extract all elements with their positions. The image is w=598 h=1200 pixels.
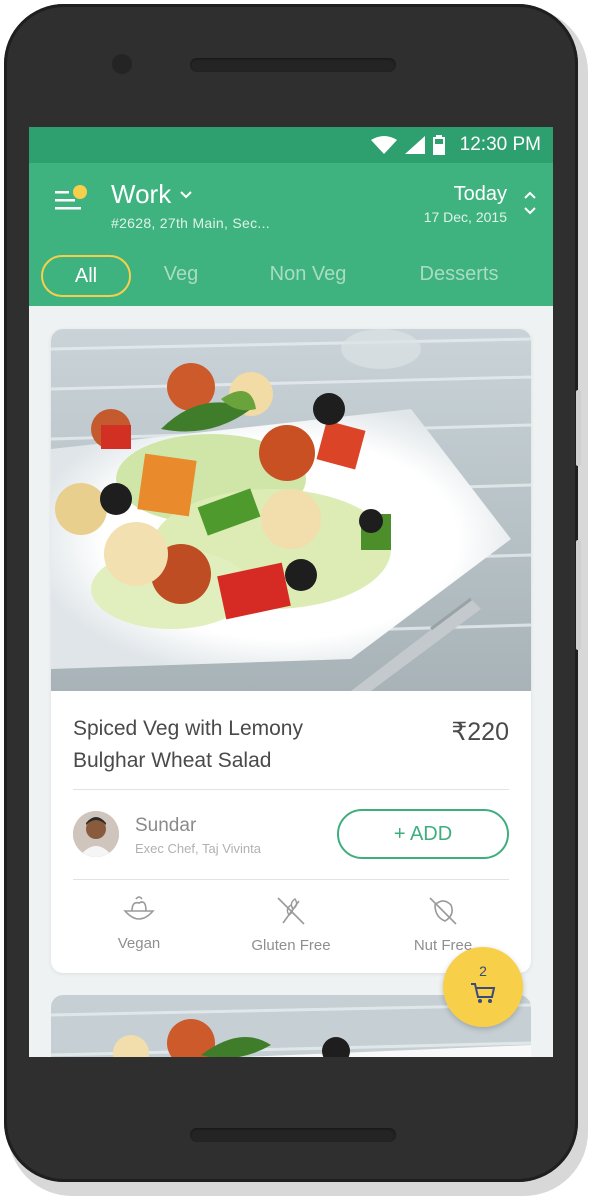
divider: [73, 879, 509, 880]
date-label: 17 Dec, 2015: [423, 209, 507, 225]
front-camera: [112, 54, 132, 74]
bottom-speaker-grille: [190, 1128, 396, 1142]
add-to-cart-button[interactable]: + ADD: [337, 809, 509, 859]
up-down-chevron-icon[interactable]: [523, 189, 537, 217]
app-header: Work #2628, 27th Main, Sec... Today 17 D…: [29, 163, 553, 306]
signal-icon: [405, 136, 425, 154]
battery-icon: [433, 135, 445, 155]
menu-icon[interactable]: [55, 185, 91, 215]
dish-price: ₹220: [451, 718, 509, 746]
vegan-bowl-icon: [123, 896, 155, 920]
wheat-crossed-icon: [277, 897, 305, 925]
app-screen: 12:30 PM Work #2628, 27th Main, Sec... T…: [29, 127, 553, 1057]
divider: [73, 789, 509, 790]
tag-label: Gluten Free: [251, 937, 331, 954]
tab-non-veg[interactable]: Non Veg: [255, 255, 361, 293]
location-selector[interactable]: Work: [111, 179, 193, 210]
tag-nut-free: Nut Free: [393, 895, 493, 954]
volume-button: [576, 390, 581, 466]
chef-avatar: [73, 811, 119, 857]
tag-gluten-free: Gluten Free: [241, 895, 341, 954]
tag-vegan: Vegan: [89, 895, 189, 952]
day-selector[interactable]: Today: [454, 183, 507, 206]
tag-label: Vegan: [117, 935, 161, 952]
status-icons: [371, 135, 445, 155]
chevron-down-icon: [180, 190, 192, 198]
speaker-grille: [190, 58, 396, 72]
dish-photo: [51, 329, 531, 691]
nut-crossed-icon: [429, 897, 457, 925]
dish-name-line2: Bulghar Wheat Salad: [73, 749, 272, 772]
category-tabs: All Veg Non Veg Desserts: [29, 255, 553, 305]
dish-name-line1: Spiced Veg with Lemony: [73, 717, 303, 740]
cart-icon: [471, 983, 496, 1003]
status-bar: 12:30 PM: [29, 127, 553, 163]
cart-button[interactable]: 2: [443, 947, 523, 1027]
chef-name: Sundar: [135, 815, 197, 836]
cart-count-badge: 2: [479, 963, 487, 979]
tab-veg[interactable]: Veg: [151, 255, 211, 293]
chef-title: Exec Chef, Taj Vivinta: [135, 841, 261, 856]
location-title: Work: [111, 179, 172, 209]
location-address: #2628, 27th Main, Sec...: [111, 215, 270, 231]
tab-all[interactable]: All: [41, 255, 131, 297]
tab-desserts[interactable]: Desserts: [409, 255, 509, 293]
wifi-icon: [371, 136, 397, 154]
power-button: [576, 540, 581, 650]
status-time: 12:30 PM: [459, 134, 541, 155]
dish-name: Spiced Veg with Lemony Bulghar Wheat Sal…: [73, 713, 393, 777]
dish-card[interactable]: Spiced Veg with Lemony Bulghar Wheat Sal…: [51, 329, 531, 973]
